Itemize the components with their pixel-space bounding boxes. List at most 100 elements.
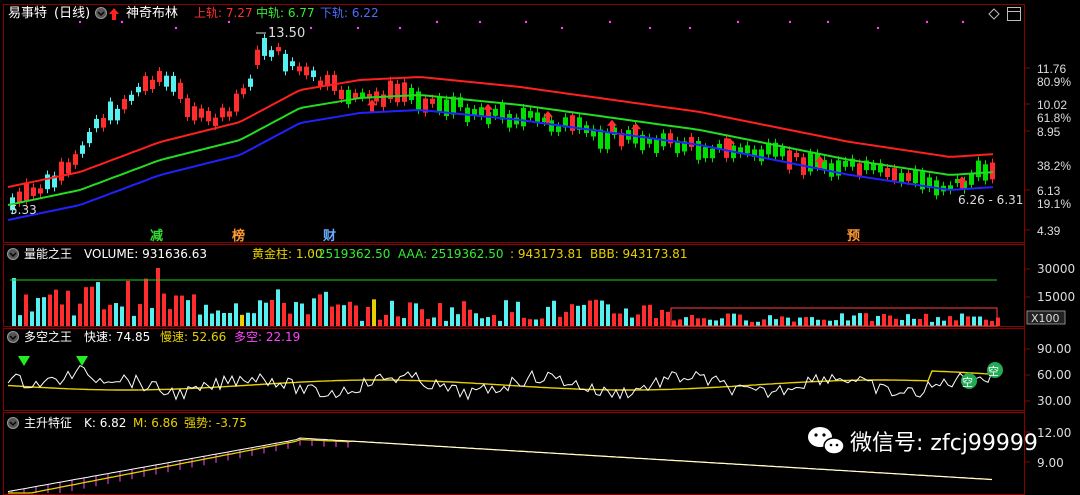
panel-toggle-icon[interactable] xyxy=(7,248,19,260)
volume-bar xyxy=(888,315,892,326)
svg-text:4.39: 4.39 xyxy=(1037,224,1061,238)
candle-body xyxy=(150,79,155,90)
volume-bar xyxy=(354,305,358,326)
volume-bar xyxy=(780,316,784,326)
volume-bar xyxy=(804,317,808,326)
volume-bar xyxy=(960,313,964,326)
volume-bar xyxy=(252,313,256,326)
volume-bar xyxy=(738,314,742,326)
candle-body xyxy=(66,162,71,174)
volume-bar xyxy=(714,320,718,326)
volume-bar xyxy=(822,319,826,326)
volume-bar xyxy=(894,318,898,326)
candle-body xyxy=(332,74,337,91)
stock-chart[interactable]: 易事特 (日线) 神奇布林 上轨: 7.27 中轨: 6.77 下轨: 6.22… xyxy=(0,0,1080,495)
svg-text:19.1%: 19.1% xyxy=(1037,197,1071,211)
candle-body xyxy=(45,174,50,190)
candle-body xyxy=(248,78,253,87)
volume-bar xyxy=(846,320,850,326)
up-arrow-icon xyxy=(109,8,119,20)
volume-bar xyxy=(528,319,532,326)
window-icon[interactable] xyxy=(1007,7,1021,21)
candle-body xyxy=(493,108,498,116)
volume-bar xyxy=(144,278,148,326)
volume-bar xyxy=(930,321,934,326)
candlestick-series xyxy=(10,33,995,215)
volume-bar xyxy=(630,317,634,326)
volume-bar xyxy=(300,303,304,326)
svg-text:8.95: 8.95 xyxy=(1037,125,1061,139)
candle-body xyxy=(220,107,225,118)
signal-dot xyxy=(227,20,231,24)
volume-bar xyxy=(372,299,376,326)
volume-bar xyxy=(270,299,274,326)
volume-bar xyxy=(786,317,790,326)
up-arrow-icon xyxy=(483,103,493,116)
signal-dot xyxy=(688,26,692,30)
volume-bar xyxy=(510,312,514,326)
candle-body xyxy=(59,161,64,181)
volume-bar xyxy=(456,314,460,326)
volume-bar xyxy=(660,309,664,326)
up-arrow-icon xyxy=(631,123,641,136)
candle-body xyxy=(178,82,183,99)
candle-body xyxy=(276,46,281,52)
panel-toggle-icon[interactable] xyxy=(7,417,19,429)
signal-dot xyxy=(608,20,612,24)
signal-dot xyxy=(356,26,360,30)
volume-bar xyxy=(936,317,940,326)
candle-body xyxy=(115,108,120,121)
candle-body xyxy=(206,110,211,122)
panel-toggle-icon[interactable] xyxy=(7,331,19,343)
signal-dot xyxy=(524,20,528,24)
volume-bar xyxy=(312,298,316,326)
volume-bar xyxy=(924,313,928,326)
panel-toggle-icon[interactable] xyxy=(95,7,107,19)
svg-text:BBB: 943173.81: BBB: 943173.81 xyxy=(590,247,687,261)
volume-bar xyxy=(984,319,988,326)
volume-bar xyxy=(726,313,730,326)
candle-body xyxy=(31,187,36,196)
candle-body xyxy=(283,53,288,72)
volume-bar xyxy=(978,316,982,326)
signal-dots xyxy=(78,20,965,30)
marker-bang: 榜 xyxy=(232,228,245,244)
volume-bar xyxy=(816,319,820,326)
volume-bar xyxy=(414,303,418,326)
candle-body xyxy=(143,76,148,91)
volume-bar xyxy=(438,303,442,326)
unit-label: X100 xyxy=(1031,312,1060,325)
svg-text:60.00: 60.00 xyxy=(1037,368,1071,382)
volume-bar xyxy=(486,317,490,326)
candle-body xyxy=(262,37,267,56)
candle-body xyxy=(297,66,302,72)
volume-bar xyxy=(798,317,802,326)
candle-body xyxy=(227,111,232,117)
volume-bar xyxy=(30,311,34,326)
watermark-text: 微信号: zfcj99999 xyxy=(850,431,1038,456)
candle-body xyxy=(136,86,141,93)
stock-name: 易事特 xyxy=(8,6,47,21)
volume-bar xyxy=(828,320,832,326)
volume-bar xyxy=(612,313,616,326)
volume-bar xyxy=(138,304,142,326)
diamond-icon[interactable] xyxy=(988,8,1000,20)
candle-body xyxy=(234,93,239,112)
svg-text:空: 空 xyxy=(988,364,999,378)
candle-body xyxy=(969,173,974,185)
volume-bar xyxy=(450,307,454,326)
volume-bar xyxy=(48,294,52,326)
svg-text:80.9%: 80.9% xyxy=(1037,75,1071,89)
high-price-label: 13.50 xyxy=(268,26,305,41)
candle-body xyxy=(976,160,981,178)
candle-body xyxy=(94,118,99,129)
volume-bar xyxy=(768,315,772,326)
candle-body xyxy=(605,132,610,150)
middle-band-label: 中轨: 6.77 xyxy=(256,5,315,20)
candle-body xyxy=(437,96,442,112)
volume-bar xyxy=(66,290,70,326)
candle-body xyxy=(185,98,190,118)
volume-bar xyxy=(636,314,640,326)
volume-bar xyxy=(480,318,484,326)
volume-bar xyxy=(564,311,568,326)
